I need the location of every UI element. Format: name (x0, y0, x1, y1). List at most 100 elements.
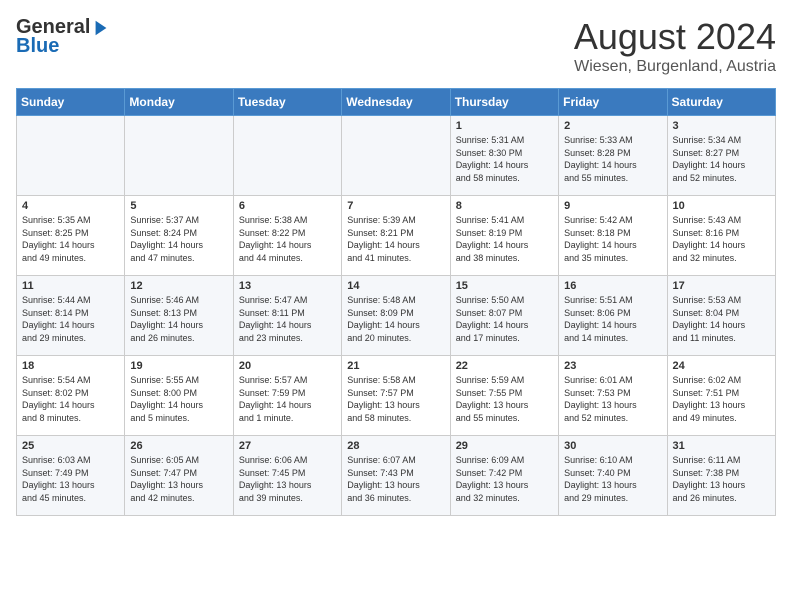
day-info: Sunrise: 5:44 AM Sunset: 8:14 PM Dayligh… (22, 294, 119, 344)
day-number: 21 (347, 360, 444, 372)
weekday-header: Thursday (450, 89, 558, 116)
day-info: Sunrise: 5:47 AM Sunset: 8:11 PM Dayligh… (239, 294, 336, 344)
calendar-cell: 15 Sunrise: 5:50 AM Sunset: 8:07 PM Dayli… (450, 276, 558, 356)
calendar-cell: 27 Sunrise: 6:06 AM Sunset: 7:45 PM Dayli… (233, 436, 341, 516)
calendar-cell: 22 Sunrise: 5:59 AM Sunset: 7:55 PM Dayli… (450, 356, 558, 436)
day-info: Sunrise: 5:48 AM Sunset: 8:09 PM Dayligh… (347, 294, 444, 344)
month-year: August 2024 (574, 16, 776, 58)
calendar-cell (125, 116, 233, 196)
day-number: 2 (564, 120, 661, 132)
day-number: 8 (456, 200, 553, 212)
day-info: Sunrise: 5:55 AM Sunset: 8:00 PM Dayligh… (130, 374, 227, 424)
weekday-header: Saturday (667, 89, 775, 116)
day-number: 30 (564, 440, 661, 452)
calendar-week-row: 4 Sunrise: 5:35 AM Sunset: 8:25 PM Daylig… (17, 196, 776, 276)
day-info: Sunrise: 5:59 AM Sunset: 7:55 PM Dayligh… (456, 374, 553, 424)
logo: General Blue (16, 16, 110, 58)
day-number: 27 (239, 440, 336, 452)
title-section: August 2024 Wiesen, Burgenland, Austria (574, 16, 776, 76)
calendar-cell: 3Sunrise: 5:34 AM Sunset: 8:27 PM Daylig… (667, 116, 775, 196)
calendar-cell: 25 Sunrise: 6:03 AM Sunset: 7:49 PM Dayli… (17, 436, 125, 516)
day-number: 26 (130, 440, 227, 452)
day-number: 5 (130, 200, 227, 212)
calendar-cell (342, 116, 450, 196)
day-info: Sunrise: 5:57 AM Sunset: 7:59 PM Dayligh… (239, 374, 336, 424)
calendar-cell: 13 Sunrise: 5:47 AM Sunset: 8:11 PM Dayli… (233, 276, 341, 356)
day-info: Sunrise: 5:43 AM Sunset: 8:16 PM Dayligh… (673, 214, 770, 264)
day-number: 1 (456, 120, 553, 132)
calendar-cell: 26 Sunrise: 6:05 AM Sunset: 7:47 PM Dayli… (125, 436, 233, 516)
day-number: 20 (239, 360, 336, 372)
day-number: 31 (673, 440, 770, 452)
calendar-cell: 19Sunrise: 5:55 AM Sunset: 8:00 PM Dayli… (125, 356, 233, 436)
calendar-cell: 14 Sunrise: 5:48 AM Sunset: 8:09 PM Dayli… (342, 276, 450, 356)
calendar-cell: 10 Sunrise: 5:43 AM Sunset: 8:16 PM Dayli… (667, 196, 775, 276)
day-info: Sunrise: 6:02 AM Sunset: 7:51 PM Dayligh… (673, 374, 770, 424)
logo-blue: Blue (16, 35, 59, 58)
day-number: 14 (347, 280, 444, 292)
day-info: Sunrise: 6:09 AM Sunset: 7:42 PM Dayligh… (456, 454, 553, 504)
day-info: Sunrise: 5:37 AM Sunset: 8:24 PM Dayligh… (130, 214, 227, 264)
day-number: 22 (456, 360, 553, 372)
day-number: 25 (22, 440, 119, 452)
day-number: 10 (673, 200, 770, 212)
day-info: Sunrise: 5:53 AM Sunset: 8:04 PM Dayligh… (673, 294, 770, 344)
weekday-header: Friday (559, 89, 667, 116)
day-info: Sunrise: 6:01 AM Sunset: 7:53 PM Dayligh… (564, 374, 661, 424)
day-info: Sunrise: 5:35 AM Sunset: 8:25 PM Dayligh… (22, 214, 119, 264)
day-info: Sunrise: 6:10 AM Sunset: 7:40 PM Dayligh… (564, 454, 661, 504)
calendar-cell: 9 Sunrise: 5:42 AM Sunset: 8:18 PM Daylig… (559, 196, 667, 276)
day-info: Sunrise: 5:34 AM Sunset: 8:27 PM Dayligh… (673, 134, 770, 184)
calendar-cell: 6 Sunrise: 5:38 AM Sunset: 8:22 PM Daylig… (233, 196, 341, 276)
calendar-cell: 31 Sunrise: 6:11 AM Sunset: 7:38 PM Dayli… (667, 436, 775, 516)
day-info: Sunrise: 5:38 AM Sunset: 8:22 PM Dayligh… (239, 214, 336, 264)
day-number: 4 (22, 200, 119, 212)
day-number: 18 (22, 360, 119, 372)
day-number: 16 (564, 280, 661, 292)
day-number: 17 (673, 280, 770, 292)
day-info: Sunrise: 6:05 AM Sunset: 7:47 PM Dayligh… (130, 454, 227, 504)
day-info: Sunrise: 5:31 AM Sunset: 8:30 PM Dayligh… (456, 134, 553, 184)
day-info: Sunrise: 5:54 AM Sunset: 8:02 PM Dayligh… (22, 374, 119, 424)
day-number: 13 (239, 280, 336, 292)
weekday-header: Wednesday (342, 89, 450, 116)
calendar-cell: 11 Sunrise: 5:44 AM Sunset: 8:14 PM Dayli… (17, 276, 125, 356)
weekday-header: Monday (125, 89, 233, 116)
calendar-cell: 5 Sunrise: 5:37 AM Sunset: 8:24 PM Daylig… (125, 196, 233, 276)
logo-icon (92, 19, 110, 37)
day-number: 11 (22, 280, 119, 292)
day-info: Sunrise: 5:42 AM Sunset: 8:18 PM Dayligh… (564, 214, 661, 264)
day-info: Sunrise: 5:58 AM Sunset: 7:57 PM Dayligh… (347, 374, 444, 424)
day-info: Sunrise: 6:06 AM Sunset: 7:45 PM Dayligh… (239, 454, 336, 504)
calendar-cell: 23Sunrise: 6:01 AM Sunset: 7:53 PM Dayli… (559, 356, 667, 436)
day-info: Sunrise: 5:33 AM Sunset: 8:28 PM Dayligh… (564, 134, 661, 184)
calendar-cell: 4 Sunrise: 5:35 AM Sunset: 8:25 PM Daylig… (17, 196, 125, 276)
day-number: 12 (130, 280, 227, 292)
calendar-cell: 2 Sunrise: 5:33 AM Sunset: 8:28 PM Daylig… (559, 116, 667, 196)
calendar-cell: 30 Sunrise: 6:10 AM Sunset: 7:40 PM Dayli… (559, 436, 667, 516)
weekday-header: Sunday (17, 89, 125, 116)
calendar-week-row: 18 Sunrise: 5:54 AM Sunset: 8:02 PM Dayli… (17, 356, 776, 436)
calendar-cell (233, 116, 341, 196)
day-info: Sunrise: 6:07 AM Sunset: 7:43 PM Dayligh… (347, 454, 444, 504)
day-number: 9 (564, 200, 661, 212)
day-number: 29 (456, 440, 553, 452)
day-info: Sunrise: 5:46 AM Sunset: 8:13 PM Dayligh… (130, 294, 227, 344)
calendar-cell: 29 Sunrise: 6:09 AM Sunset: 7:42 PM Dayli… (450, 436, 558, 516)
day-number: 15 (456, 280, 553, 292)
day-info: Sunrise: 5:41 AM Sunset: 8:19 PM Dayligh… (456, 214, 553, 264)
calendar-cell (17, 116, 125, 196)
calendar-header-row: SundayMondayTuesdayWednesdayThursdayFrid… (17, 89, 776, 116)
page-header: General Blue August 2024 Wiesen, Burgenl… (16, 16, 776, 76)
day-info: Sunrise: 6:03 AM Sunset: 7:49 PM Dayligh… (22, 454, 119, 504)
calendar-week-row: 25 Sunrise: 6:03 AM Sunset: 7:49 PM Dayli… (17, 436, 776, 516)
calendar-cell: 20 Sunrise: 5:57 AM Sunset: 7:59 PM Dayli… (233, 356, 341, 436)
calendar-cell: 24Sunrise: 6:02 AM Sunset: 7:51 PM Dayli… (667, 356, 775, 436)
day-info: Sunrise: 5:50 AM Sunset: 8:07 PM Dayligh… (456, 294, 553, 344)
day-info: Sunrise: 6:11 AM Sunset: 7:38 PM Dayligh… (673, 454, 770, 504)
calendar-cell: 1 Sunrise: 5:31 AM Sunset: 8:30 PM Daylig… (450, 116, 558, 196)
calendar-cell: 16Sunrise: 5:51 AM Sunset: 8:06 PM Dayli… (559, 276, 667, 356)
day-number: 6 (239, 200, 336, 212)
calendar-cell: 8 Sunrise: 5:41 AM Sunset: 8:19 PM Daylig… (450, 196, 558, 276)
location: Wiesen, Burgenland, Austria (574, 58, 776, 76)
